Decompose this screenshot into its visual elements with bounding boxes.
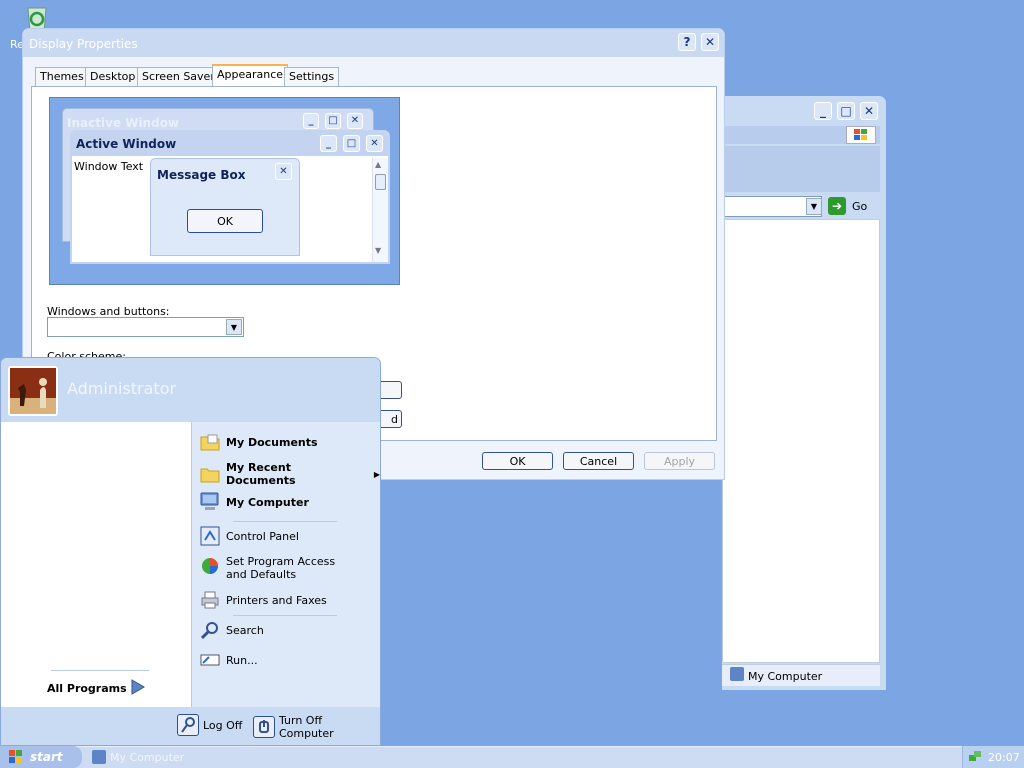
message-box-title: Message Box: [157, 168, 246, 182]
avatar[interactable]: [8, 366, 58, 416]
my-recent-documents-label: My Recent Documents: [226, 461, 296, 487]
my-computer-label: My Computer: [226, 495, 309, 509]
go-arrow-icon[interactable]: ➔: [828, 197, 846, 215]
chevron-down-icon: ▼: [226, 319, 242, 335]
tab-desktop[interactable]: Desktop: [85, 67, 141, 87]
ok-button[interactable]: OK: [482, 452, 553, 470]
my-documents-item[interactable]: My Documents: [199, 431, 318, 453]
my-computer-item[interactable]: My Computer: [199, 491, 309, 513]
network-icon[interactable]: [968, 749, 982, 763]
computer-icon: [199, 491, 221, 513]
my-documents-label: My Documents: [226, 435, 318, 449]
tab-themes[interactable]: Themes: [35, 67, 89, 87]
close-icon: ✕: [366, 135, 383, 152]
minimize-icon: _: [320, 135, 337, 152]
power-icon: [253, 716, 275, 738]
minimize-button[interactable]: _: [814, 102, 832, 120]
search-item[interactable]: Search: [199, 619, 264, 641]
minimize-icon: _: [303, 113, 319, 129]
dialog-titlebar[interactable]: Display Properties ? ✕: [23, 29, 724, 57]
message-box-ok-button: OK: [187, 209, 263, 233]
appearance-preview: Inactive Window _ □ ✕ Active Window _ □ …: [49, 97, 400, 285]
preview-message-box: Message Box ✕ OK: [150, 158, 300, 256]
active-window-titlebar: Active Window _ □ ✕: [72, 132, 388, 156]
clock: 20:07: [988, 751, 1020, 764]
menu-separator: [233, 521, 337, 522]
start-menu-header: [1, 358, 380, 422]
window-text: Window Text: [74, 160, 144, 173]
user-name: Administrator: [67, 379, 177, 398]
inactive-window-title: Inactive Window: [67, 116, 180, 130]
tab-appearance[interactable]: Appearance: [212, 64, 289, 87]
close-icon: ✕: [275, 163, 292, 180]
maximize-button[interactable]: □: [837, 102, 855, 120]
start-label: start: [30, 750, 63, 764]
cancel-button[interactable]: Cancel: [563, 452, 634, 470]
arrow-right-icon[interactable]: [130, 678, 146, 696]
program-access-label: Set Program Access and Defaults: [226, 555, 336, 581]
windows-buttons-select[interactable]: ▼: [47, 317, 244, 337]
control-panel-icon: [199, 525, 221, 547]
close-icon: ✕: [347, 113, 363, 129]
run-label: Run...: [226, 653, 258, 667]
tab-settings[interactable]: Settings: [284, 67, 340, 87]
folder-documents-icon: [199, 431, 221, 453]
windows-logo-icon: [8, 749, 24, 768]
go-label[interactable]: Go: [852, 200, 867, 213]
run-item[interactable]: Run...: [199, 649, 258, 671]
scroll-up-icon: ▲: [375, 160, 382, 169]
log-off-button[interactable]: Log Off: [177, 714, 242, 736]
close-button[interactable]: ✕: [701, 33, 719, 51]
tab-screen-saver[interactable]: Screen Saver: [137, 67, 220, 87]
start-menu: Administrator My Documents My Recent Doc…: [0, 357, 381, 746]
scroll-down-icon: ▼: [375, 246, 382, 255]
explorer-window: _ □ ✕ ▼ ➔ Go My Computer: [722, 96, 886, 690]
search-icon: [199, 619, 221, 641]
turn-off-button[interactable]: Turn Off Computer: [253, 714, 380, 740]
program-access-item[interactable]: Set Program Access and Defaults: [199, 555, 359, 581]
taskbar-item-label: My Computer: [110, 750, 185, 764]
scrollbar: ▲ ▼: [372, 158, 388, 262]
maximize-icon: □: [325, 113, 341, 129]
key-icon: [177, 714, 199, 736]
search-label: Search: [226, 623, 264, 637]
windows-logo-icon: [846, 126, 876, 144]
status-text: My Computer: [748, 670, 823, 683]
run-icon: [199, 649, 221, 671]
computer-icon: [730, 667, 744, 681]
my-recent-documents-item[interactable]: My Recent Documents ▶: [199, 461, 380, 487]
taskbar-item-my-computer[interactable]: My Computer: [92, 748, 242, 766]
log-off-label: Log Off: [203, 718, 243, 732]
printers-faxes-item[interactable]: Printers and Faxes: [199, 589, 327, 611]
address-dropdown-icon[interactable]: ▼: [806, 198, 822, 215]
toolbar: [722, 146, 880, 192]
dialog-title: Display Properties: [29, 37, 138, 51]
apply-button[interactable]: Apply: [644, 452, 715, 470]
maximize-icon: □: [343, 135, 360, 152]
help-button[interactable]: ?: [678, 33, 696, 51]
preview-active-window: Active Window _ □ ✕ Window Text ▲ ▼ Mess…: [70, 130, 390, 264]
folder-recent-icon: [199, 463, 221, 485]
menu-separator: [51, 670, 149, 671]
start-button[interactable]: start: [0, 746, 82, 768]
all-programs-button[interactable]: All Programs: [47, 682, 127, 695]
close-button[interactable]: ✕: [860, 102, 878, 120]
menu-separator: [233, 615, 337, 616]
control-panel-item[interactable]: Control Panel: [199, 525, 299, 547]
turn-off-label: Turn Off Computer: [278, 714, 334, 740]
scroll-thumb: [375, 174, 386, 190]
printer-icon: [199, 589, 221, 611]
start-menu-left-column: [1, 422, 191, 707]
program-access-icon: [199, 555, 221, 577]
explorer-content: [722, 219, 880, 663]
submenu-arrow-icon: ▶: [373, 469, 380, 479]
control-panel-label: Control Panel: [226, 529, 299, 543]
printers-faxes-label: Printers and Faxes: [226, 593, 327, 607]
active-window-title: Active Window: [76, 137, 177, 151]
computer-icon: [92, 750, 106, 764]
